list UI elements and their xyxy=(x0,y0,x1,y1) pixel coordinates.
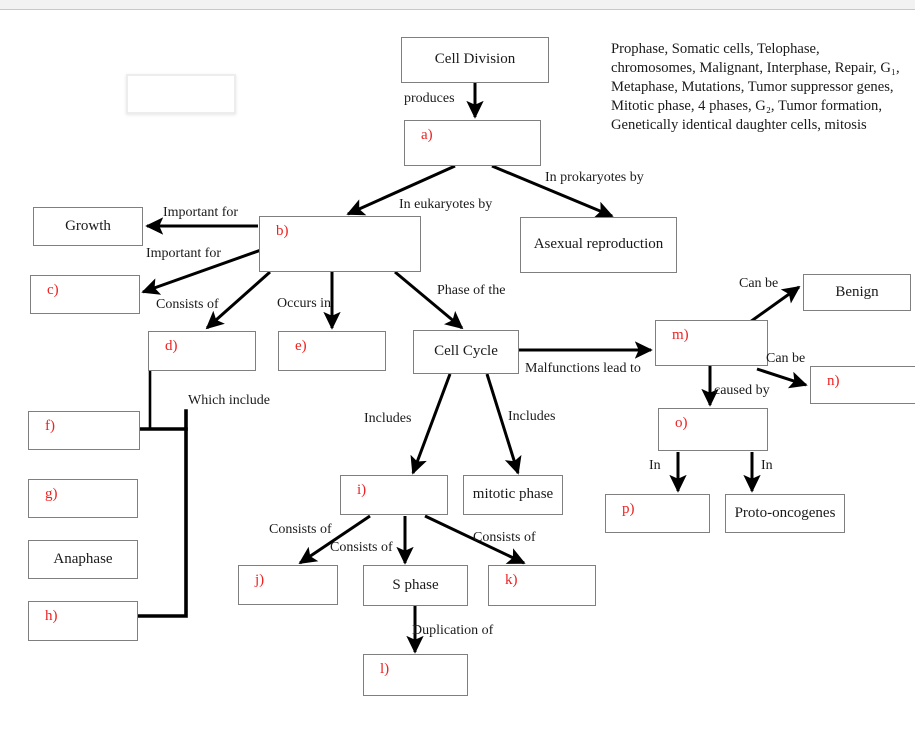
node-asexual-reproduction[interactable]: Asexual reproduction xyxy=(520,217,677,273)
node-benign[interactable]: Benign xyxy=(803,274,911,311)
node-blank-j[interactable]: j) xyxy=(238,565,338,605)
edge-label-consists-of-k: Consists of xyxy=(473,530,536,545)
node-growth[interactable]: Growth xyxy=(33,207,143,246)
node-blank-f[interactable]: f) xyxy=(28,411,140,450)
edge-label-produces: produces xyxy=(404,91,455,106)
node-blank-e[interactable]: e) xyxy=(278,331,386,371)
node-blank-b[interactable]: b) xyxy=(259,216,421,272)
edge-label-malfunctions-lead-to: Malfunctions lead to xyxy=(525,361,641,376)
edge-label-in-1: In xyxy=(649,458,661,473)
node-blank-i[interactable]: i) xyxy=(340,475,448,515)
edge-label-consists-of-s: Consists of xyxy=(330,540,393,555)
edge-label-can-be-2: Can be xyxy=(766,351,806,366)
node-proto-oncogenes[interactable]: Proto-oncogenes xyxy=(725,494,845,533)
edge-label-occurs-in: Occurs in xyxy=(277,296,332,311)
edge-label-can-be-1: Can be xyxy=(739,276,779,291)
word-bank-text: Prophase, Somatic cells, Telophase, chro… xyxy=(611,41,900,133)
node-blank-n[interactable]: n) xyxy=(810,366,915,404)
node-blank-m[interactable]: m) xyxy=(655,320,768,366)
node-blank-k[interactable]: k) xyxy=(488,565,596,606)
node-blank-a[interactable]: a) xyxy=(404,120,541,166)
edge-label-important-for-2: Important for xyxy=(146,246,222,261)
edge-label-in-2: In xyxy=(761,458,773,473)
empty-ghost-box[interactable] xyxy=(126,74,236,114)
concept-map-canvas: Cell Division a) Asexual reproduction b)… xyxy=(0,0,915,732)
node-anaphase[interactable]: Anaphase xyxy=(28,540,138,579)
edge-label-which-include: Which include xyxy=(188,393,271,408)
edge-label-includes-1: Includes xyxy=(364,411,412,426)
edge-label-consists-of-d: Consists of xyxy=(156,297,219,312)
node-blank-c[interactable]: c) xyxy=(30,275,140,314)
edge-label-duplication-of: Duplication of xyxy=(412,623,494,638)
window-header-bar xyxy=(0,0,915,10)
node-blank-g[interactable]: g) xyxy=(28,479,138,518)
node-mitotic-phase[interactable]: mitotic phase xyxy=(463,475,563,515)
node-blank-l[interactable]: l) xyxy=(363,654,468,696)
edge-label-includes-2: Includes xyxy=(508,409,556,424)
edge-label-phase-of-the: Phase of the xyxy=(437,283,506,298)
node-s-phase[interactable]: S phase xyxy=(363,565,468,606)
node-cell-cycle[interactable]: Cell Cycle xyxy=(413,330,519,374)
node-blank-p[interactable]: p) xyxy=(605,494,710,533)
node-blank-o[interactable]: o) xyxy=(658,408,768,451)
edge-label-in-eukaryotes-by: In eukaryotes by xyxy=(399,197,493,212)
edge-label-important-for-1: Important for xyxy=(163,205,239,220)
node-cell-division[interactable]: Cell Division xyxy=(401,37,549,83)
edge-label-in-prokaryotes-by: In prokaryotes by xyxy=(545,170,644,185)
edge-label-consists-of-j: Consists of xyxy=(269,522,332,537)
edge-label-caused-by: caused by xyxy=(714,383,770,398)
node-blank-d[interactable]: d) xyxy=(148,331,256,371)
node-blank-h[interactable]: h) xyxy=(28,601,138,641)
